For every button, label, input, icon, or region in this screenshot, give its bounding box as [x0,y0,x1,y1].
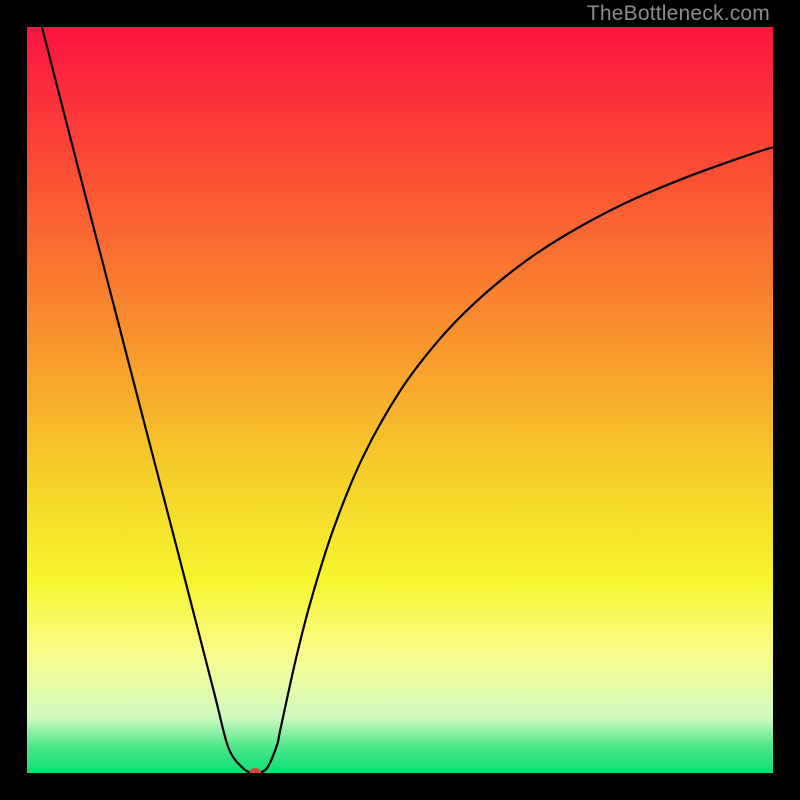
watermark-text: TheBottleneck.com [587,2,770,26]
chart-svg [27,27,773,773]
chart-frame: TheBottleneck.com [0,0,800,800]
chart-plot-area [27,27,773,773]
